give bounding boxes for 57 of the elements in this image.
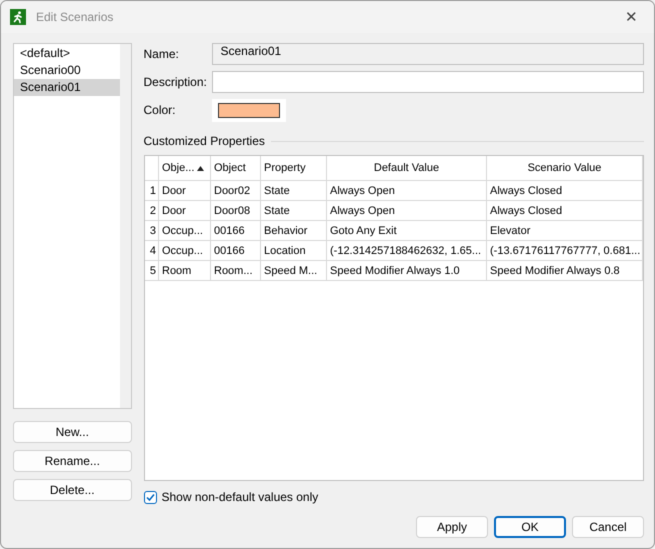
column-header[interactable]: Obje...	[158, 156, 210, 180]
table-cell: Always Open	[326, 200, 486, 220]
row-number: 4	[144, 240, 158, 260]
table-cell: Door02	[210, 180, 260, 200]
scrollbar[interactable]	[120, 44, 130, 408]
table-cell: Room	[158, 260, 210, 280]
row-number: 1	[144, 180, 158, 200]
table-cell: Room...	[210, 260, 260, 280]
column-header[interactable]: Property	[260, 156, 326, 180]
section-title: Customized Properties	[144, 134, 265, 148]
table-cell: Always Open	[326, 180, 486, 200]
table-cell: Always Closed	[486, 200, 642, 220]
table-cell: Always Closed	[486, 180, 642, 200]
list-button[interactable]: Rename...	[13, 450, 132, 472]
table-cell: 00166	[210, 220, 260, 240]
close-button[interactable]: ✕	[625, 8, 638, 26]
table-cell: Door	[158, 200, 210, 220]
scenario-item[interactable]: Scenario00	[14, 62, 120, 79]
column-header[interactable]: Object	[210, 156, 260, 180]
field-label: Name:	[144, 47, 180, 61]
column-header[interactable]: Scenario Value	[486, 156, 642, 180]
field-label: Color:	[144, 103, 177, 117]
table-cell: Goto Any Exit	[326, 220, 486, 240]
color-swatch[interactable]	[218, 102, 280, 118]
table-cell: 00166	[210, 240, 260, 260]
app-icon	[10, 9, 26, 25]
table-cell: Speed Modifier Always 1.0	[326, 260, 486, 280]
window-title: Edit Scenarios	[36, 10, 114, 24]
table-cell: Location	[260, 240, 326, 260]
table-cell: Door08	[210, 200, 260, 220]
table-cell: Behavior	[260, 220, 326, 240]
table-cell: (-13.67176117767777, 0.681...	[486, 240, 642, 260]
checkbox[interactable]	[144, 490, 156, 504]
list-button[interactable]: New...	[13, 421, 132, 443]
table-cell: Occup...	[158, 220, 210, 240]
sort-ascending-icon	[197, 166, 204, 171]
list-button[interactable]: Delete...	[13, 479, 132, 501]
dialog-button[interactable]: Cancel	[572, 516, 644, 538]
table-cell: Door	[158, 180, 210, 200]
row-number: 3	[144, 220, 158, 240]
scenario-item[interactable]: Scenario01	[14, 79, 120, 96]
row-number: 5	[144, 260, 158, 280]
checkbox-label: Show non-default values only	[162, 490, 318, 504]
table-cell: Elevator	[486, 220, 642, 240]
description-field[interactable]	[212, 71, 644, 93]
dialog-button[interactable]: Apply	[416, 516, 488, 538]
table-cell: State	[260, 200, 326, 220]
scenario-item[interactable]: <default>	[14, 45, 120, 62]
table-cell: (-12.314257188462632, 1.65...	[326, 240, 486, 260]
table-cell: Speed Modifier Always 0.8	[486, 260, 642, 280]
dialog-button[interactable]: OK	[494, 516, 566, 538]
row-number: 2	[144, 200, 158, 220]
column-header[interactable]: Default Value	[326, 156, 486, 180]
table-cell: Occup...	[158, 240, 210, 260]
table-cell: Speed M...	[260, 260, 326, 280]
field-label: Description:	[144, 75, 208, 89]
table-cell: State	[260, 180, 326, 200]
